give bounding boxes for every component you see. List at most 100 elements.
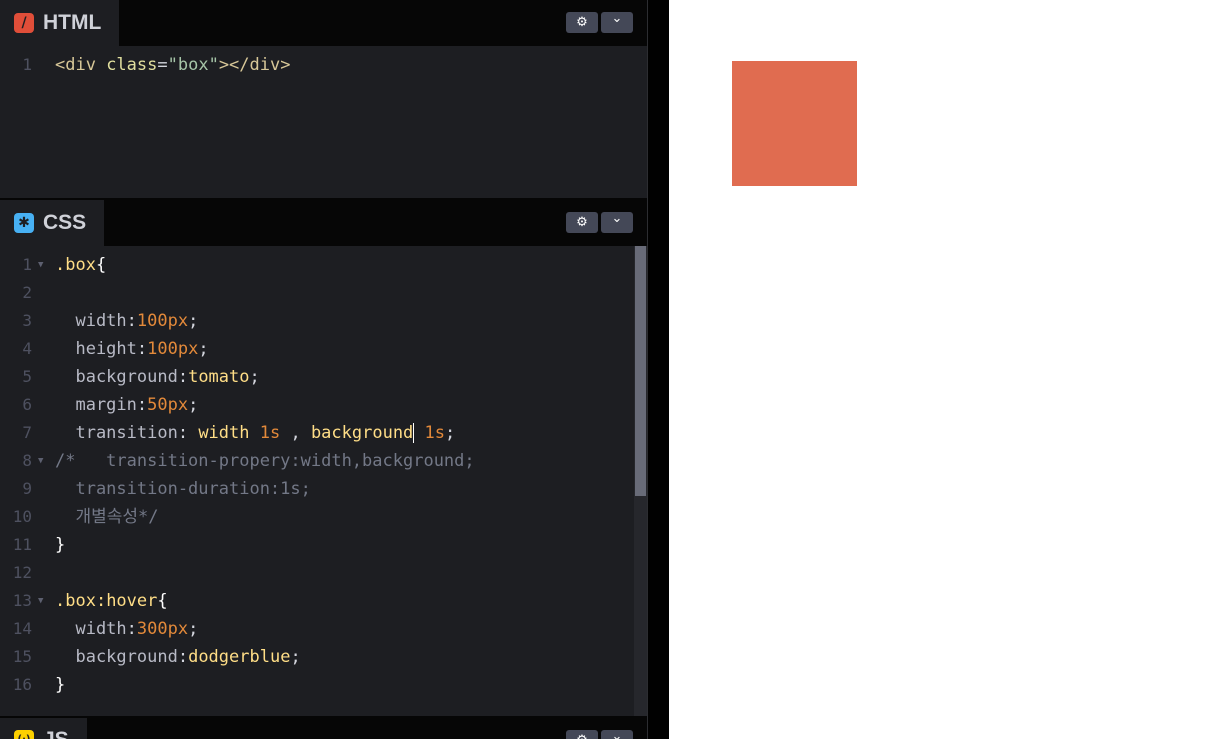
line-number: 12: [12, 563, 32, 582]
code-token: "box": [167, 55, 219, 75]
css-icon: ✱: [14, 213, 34, 233]
css-code-line[interactable]: 15 background:dodgerblue;: [0, 643, 647, 671]
code-token: {: [95, 255, 107, 275]
code-token: ;: [198, 339, 209, 359]
chevron-down-icon: ⌄: [611, 211, 623, 226]
js-editor-tab[interactable]: (·) JS: [0, 718, 87, 739]
chevron-down-icon: ⌄: [611, 11, 623, 26]
code-token: transition-duration:1s;: [55, 479, 311, 499]
css-code-line[interactable]: 3 width:100px;: [0, 307, 647, 335]
code-token: {: [157, 591, 168, 611]
code-token: 1s: [259, 423, 281, 443]
code-token: 100px: [147, 339, 199, 359]
line-number: 10: [12, 507, 32, 526]
code-text: transition: width 1s , background 1s;: [55, 419, 455, 447]
css-editor-tab[interactable]: ✱ CSS: [0, 200, 105, 246]
css-code-line[interactable]: 6 margin:50px;: [0, 391, 647, 419]
html-code-line[interactable]: 1 <div class="box"></div>: [0, 51, 647, 79]
code-token: width: [55, 619, 127, 639]
code-token: dodgerblue: [188, 647, 291, 667]
code-token: ;: [249, 367, 260, 387]
css-code-line[interactable]: 16}: [0, 671, 647, 699]
fold-arrow-icon[interactable]: ▼: [38, 587, 43, 615]
code-token: :: [136, 339, 148, 359]
code-text: height:100px;: [55, 335, 209, 363]
code-text: width:100px;: [55, 307, 198, 335]
html-code-area[interactable]: 1 <div class="box"></div>: [0, 46, 647, 198]
code-token: width: [198, 423, 260, 443]
code-token: height: [55, 339, 137, 359]
code-text: .box:hover{: [55, 587, 168, 615]
css-code-line[interactable]: 4 height:100px;: [0, 335, 647, 363]
css-scrollbar-thumb[interactable]: [635, 246, 646, 496]
html-settings-button[interactable]: ⚙: [566, 12, 598, 33]
code-token: :: [177, 367, 189, 387]
css-scrollbar[interactable]: [634, 246, 647, 716]
css-collapse-button[interactable]: ⌄: [601, 211, 633, 233]
css-code-line[interactable]: 7 transition: width 1s , background 1s;: [0, 419, 647, 447]
code-token: <div: [55, 55, 107, 75]
html-editor-tab[interactable]: / HTML: [0, 0, 120, 46]
code-text: .box{: [55, 251, 106, 279]
line-number: 16: [12, 675, 32, 694]
css-code-line[interactable]: 12: [0, 559, 647, 587]
pane-resizer[interactable]: [647, 0, 669, 739]
code-token: :: [126, 311, 137, 331]
html-editor: / HTML ⚙ ⌄ 1 <div class="box"></div>: [0, 0, 647, 198]
code-token: background: [310, 423, 414, 443]
code-text: transition-duration:1s;: [55, 475, 311, 503]
js-icon: (·): [14, 730, 34, 739]
code-text: 개별속성*/: [55, 503, 158, 531]
css-code-line[interactable]: 10 개별속성*/: [0, 503, 647, 531]
code-token: }: [55, 535, 66, 555]
css-code-line[interactable]: 1 ▼ .box{: [0, 251, 647, 279]
code-token: 300px: [136, 619, 189, 639]
code-token: background: [55, 367, 178, 387]
code-token: ;: [188, 619, 199, 639]
code-token: 50px: [147, 395, 189, 415]
line-number: 14: [12, 619, 32, 638]
code-text: width:300px;: [55, 615, 198, 643]
code-token: :: [177, 423, 199, 443]
code-token: tomato: [188, 367, 250, 387]
line-number: 13: [12, 591, 32, 610]
css-code-line[interactable]: 11}: [0, 531, 647, 559]
css-code-line[interactable]: 14 width:300px;: [0, 615, 647, 643]
css-code-area[interactable]: 1 ▼ .box{2 3 width:100px; 4 height:100px; 5 b…: [0, 246, 647, 716]
css-code-line[interactable]: 8 ▼ /* transition-propery:width,background…: [0, 447, 647, 475]
code-token: margin: [55, 395, 137, 415]
fold-arrow-icon[interactable]: ▼: [38, 251, 43, 279]
html-icon: /: [14, 13, 34, 33]
code-token: :: [177, 647, 189, 667]
editor-pane: / HTML ⚙ ⌄ 1 <div class="box"></div> ✱ CS…: [0, 0, 647, 739]
code-text: background:dodgerblue;: [55, 643, 300, 671]
preview-box[interactable]: [732, 61, 857, 186]
css-code-line[interactable]: 5 background:tomato;: [0, 363, 647, 391]
js-editor: (·) JS ⚙ ⌄: [0, 718, 647, 739]
line-number: 7: [22, 423, 32, 442]
code-token: 1s: [414, 423, 446, 443]
line-number: 4: [22, 339, 32, 358]
css-code-line[interactable]: 13 ▼ .box:hover{: [0, 587, 647, 615]
code-token: /* transition-propery:width,background;: [55, 451, 475, 471]
code-token: .box: [55, 255, 96, 275]
js-editor-title: JS: [43, 729, 69, 739]
line-number: 8: [22, 451, 32, 470]
js-settings-button[interactable]: ⚙: [566, 730, 598, 739]
code-token: :: [126, 619, 137, 639]
code-text: }: [55, 671, 65, 699]
html-collapse-button[interactable]: ⌄: [601, 11, 633, 33]
css-code-line[interactable]: 2: [0, 279, 647, 307]
code-token: :: [136, 395, 148, 415]
css-settings-button[interactable]: ⚙: [566, 212, 598, 233]
line-number: 1: [22, 55, 32, 74]
line-number: 2: [22, 283, 32, 302]
code-token: transition: [55, 423, 178, 443]
code-token: width: [55, 311, 127, 331]
html-editor-title: HTML: [43, 11, 102, 34]
gear-icon: ⚙: [576, 15, 588, 30]
fold-arrow-icon[interactable]: ▼: [38, 447, 43, 475]
js-editor-header: (·) JS ⚙ ⌄: [0, 718, 647, 739]
css-code-line[interactable]: 9 transition-duration:1s;: [0, 475, 647, 503]
js-collapse-button[interactable]: ⌄: [601, 729, 633, 739]
